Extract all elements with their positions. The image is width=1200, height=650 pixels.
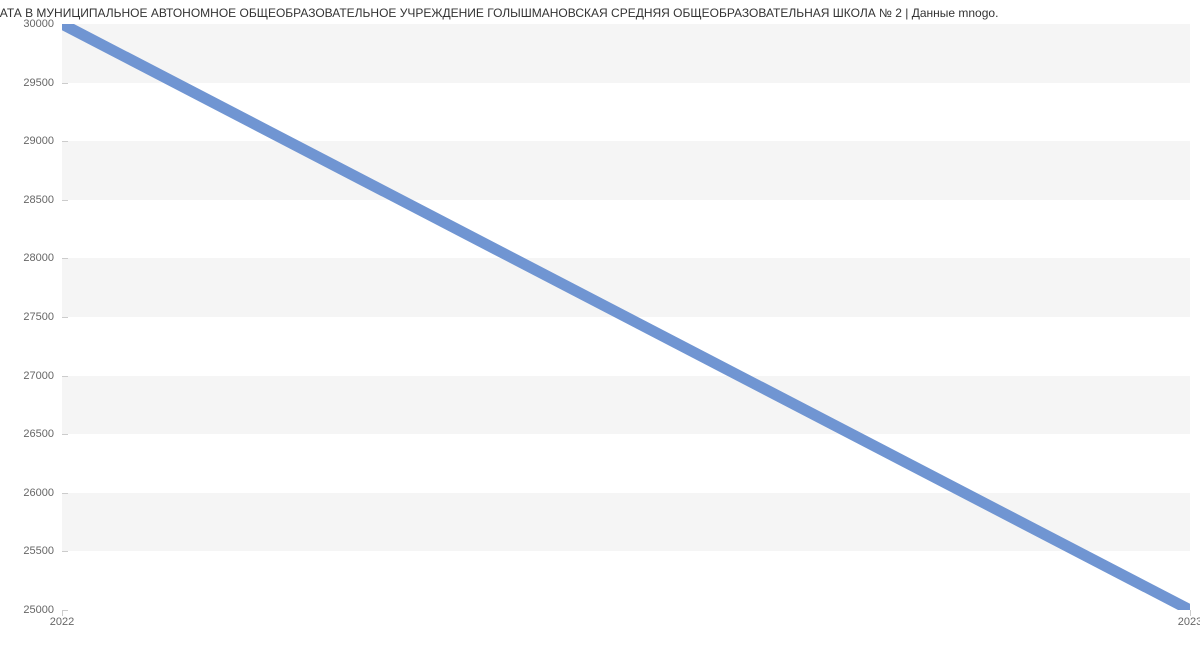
y-axis-label: 26000 [23, 487, 54, 499]
x-axis-label: 2022 [50, 616, 74, 628]
y-tick [62, 200, 68, 201]
chart-title: ЗАРПЛАТА В МУНИЦИПАЛЬНОЕ АВТОНОМНОЕ ОБЩЕ… [0, 0, 1200, 22]
x-axis-label: 2023 [1178, 616, 1200, 628]
y-axis-label: 25000 [23, 604, 54, 616]
y-axis-label: 29500 [23, 77, 54, 89]
y-axis-label: 28500 [23, 194, 54, 206]
y-tick [62, 24, 68, 25]
y-axis-label: 25500 [23, 545, 54, 557]
grid-band [62, 258, 1190, 317]
y-tick [62, 551, 68, 552]
y-axis-label: 29000 [23, 135, 54, 147]
y-axis-label: 30000 [23, 18, 54, 30]
y-tick [62, 376, 68, 377]
y-tick [62, 434, 68, 435]
grid-band [62, 376, 1190, 435]
y-axis-label: 26500 [23, 428, 54, 440]
grid-band [62, 141, 1190, 200]
chart-container: ЗАРПЛАТА В МУНИЦИПАЛЬНОЕ АВТОНОМНОЕ ОБЩЕ… [0, 0, 1200, 650]
grid-band [62, 493, 1190, 552]
y-axis-label: 27500 [23, 311, 54, 323]
y-tick [62, 83, 68, 84]
plot-area: 30000 29500 29000 28500 28000 27500 2700… [62, 24, 1190, 610]
y-axis-label: 27000 [23, 370, 54, 382]
y-axis-label: 28000 [23, 252, 54, 264]
y-tick [62, 493, 68, 494]
y-tick [62, 317, 68, 318]
y-tick [62, 141, 68, 142]
y-tick [62, 258, 68, 259]
grid-band [62, 24, 1190, 83]
